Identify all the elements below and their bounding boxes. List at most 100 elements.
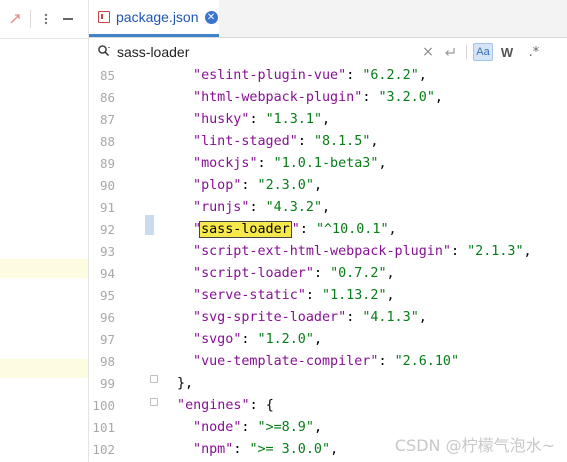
project-toolbar <box>0 0 88 39</box>
json-key: html-webpack-plugin <box>201 90 355 105</box>
line-number: 101 <box>92 420 115 435</box>
tab-title: package.json <box>116 9 199 25</box>
line-number: 87 <box>99 112 115 127</box>
code-line[interactable]: 92 "sass-loader ": "^10.0.1", <box>89 220 567 242</box>
json-key: vue-template-compiler <box>201 354 371 369</box>
json-value: 6.2.2 <box>370 68 411 83</box>
json-key: script-loader <box>201 266 306 281</box>
line-number: 97 <box>99 332 115 347</box>
code-text: }, <box>177 376 193 391</box>
json-key: serve-static <box>201 288 298 303</box>
json-key: script-ext-html-webpack-plugin <box>201 244 443 259</box>
line-number: 89 <box>99 156 115 171</box>
code-text: "engines": { <box>177 398 274 413</box>
find-bar: × Aa W .* <box>89 38 567 67</box>
json-value: 3.2.0 <box>386 90 427 105</box>
line-number: 100 <box>92 398 115 413</box>
json-value: ^10.0.1 <box>324 222 381 237</box>
searchbar-divider <box>466 45 467 59</box>
json-key: svgo <box>201 332 234 347</box>
code-line[interactable]: 94 "script-loader": "0.7.2", <box>89 264 567 286</box>
line-number: 92 <box>99 222 115 237</box>
match-case-toggle[interactable]: Aa <box>473 43 493 61</box>
hide-panel-icon[interactable] <box>57 8 79 30</box>
code-line[interactable]: 99}, <box>89 374 567 396</box>
code-editor[interactable]: 85 "eslint-plugin-vue": "6.2.2", 86 "html-w… <box>89 66 567 462</box>
editor-tab-bar: package.json ✕ <box>89 0 567 38</box>
new-line-icon[interactable] <box>441 43 459 61</box>
json-key: runjs <box>201 200 242 215</box>
json-key: mockjs <box>201 156 250 171</box>
search-icon[interactable] <box>97 44 111 58</box>
code-line[interactable]: 100 "engines": { <box>89 396 567 418</box>
code-line[interactable]: 97 "svgo": "1.2.0", <box>89 330 567 352</box>
json-value: 1.13.2 <box>330 288 379 303</box>
json-key: eslint-plugin-vue <box>201 68 339 83</box>
json-file-icon <box>98 11 110 23</box>
code-line[interactable]: 89 "mockjs": "1.0.1-beta3", <box>89 154 567 176</box>
code-text: "mockjs": "1.0.1-beta3", <box>193 156 387 171</box>
code-text: "svg-sprite-loader": "4.1.3", <box>193 310 427 325</box>
closing-brace: }, <box>177 376 194 391</box>
json-key: husky <box>201 112 242 127</box>
open-brace: { <box>265 398 274 413</box>
json-value: 2.1.3 <box>475 244 516 259</box>
tab-package-json[interactable]: package.json ✕ <box>89 0 219 37</box>
json-value: 2.3.0 <box>265 178 306 193</box>
line-number: 96 <box>99 310 115 325</box>
code-text: "husky": "1.3.1", <box>193 112 331 127</box>
json-key: engines <box>185 398 242 413</box>
code-text: "node": ">=8.9", <box>193 420 322 435</box>
code-line[interactable]: 98 "vue-template-compiler": "2.6.10" <box>89 352 567 374</box>
project-panel <box>0 0 89 462</box>
json-key: plop <box>201 178 234 193</box>
code-line[interactable]: 85 "eslint-plugin-vue": "6.2.2", <box>89 66 567 88</box>
code-line[interactable]: 93 "script-ext-html-webpack-plugin": "2.1… <box>89 242 567 264</box>
search-match: sass-loader <box>199 221 292 238</box>
json-value: >=8.9 <box>265 420 306 435</box>
code-line[interactable]: 87 "husky": "1.3.1", <box>89 110 567 132</box>
line-number: 85 <box>99 68 115 83</box>
line-number: 88 <box>99 134 115 149</box>
json-key: lint-staged <box>201 134 290 149</box>
more-options-icon[interactable] <box>35 8 57 30</box>
json-value: 4.3.2 <box>273 200 314 215</box>
clear-search-icon[interactable]: × <box>420 43 436 61</box>
line-number: 94 <box>99 266 115 281</box>
code-text: "npm": ">= 3.0.0", <box>193 442 339 457</box>
code-text: "plop": "2.3.0", <box>193 178 322 193</box>
code-line[interactable]: 88 "lint-staged": "8.1.5", <box>89 132 567 154</box>
whole-words-toggle[interactable]: W <box>499 43 515 61</box>
json-value: 4.1.3 <box>370 310 411 325</box>
tree-row-highlight <box>0 259 88 278</box>
watermark: CSDN @柠檬气泡水~ <box>394 436 555 455</box>
code-line[interactable]: 91 "runjs": "4.3.2", <box>89 198 567 220</box>
code-text: "vue-template-compiler": "2.6.10" <box>193 354 460 369</box>
code-text: "script-ext-html-webpack-plugin": "2.1.3… <box>193 244 532 259</box>
json-key: npm <box>201 442 226 457</box>
code-text: "serve-static": "1.13.2", <box>193 288 395 303</box>
line-number: 102 <box>92 442 115 457</box>
json-value: 1.2.0 <box>265 332 306 347</box>
line-number: 90 <box>99 178 115 193</box>
line-number: 95 <box>99 288 115 303</box>
json-value: 1.3.1 <box>273 112 314 127</box>
json-value: 2.6.10 <box>402 354 451 369</box>
code-line[interactable]: 96 "svg-sprite-loader": "4.1.3", <box>89 308 567 330</box>
code-line[interactable]: 90 "plop": "2.3.0", <box>89 176 567 198</box>
line-number: 99 <box>99 376 115 391</box>
regex-toggle[interactable]: .* <box>526 43 542 61</box>
code-text: "script-loader": "0.7.2", <box>193 266 395 281</box>
code-text: "sass-loader ": "^10.0.1", <box>193 221 397 238</box>
collapse-all-icon[interactable] <box>4 8 26 30</box>
toolbar-divider <box>30 10 31 28</box>
close-icon[interactable]: ✕ <box>204 10 218 24</box>
line-number: 93 <box>99 244 115 259</box>
code-text: "runjs": "4.3.2", <box>193 200 331 215</box>
json-value: 8.1.5 <box>322 134 363 149</box>
json-key: svg-sprite-loader <box>201 310 339 325</box>
code-text: "eslint-plugin-vue": "6.2.2", <box>193 68 427 83</box>
search-input[interactable] <box>117 42 417 62</box>
code-line[interactable]: 86 "html-webpack-plugin": "3.2.0", <box>89 88 567 110</box>
code-line[interactable]: 95 "serve-static": "1.13.2", <box>89 286 567 308</box>
